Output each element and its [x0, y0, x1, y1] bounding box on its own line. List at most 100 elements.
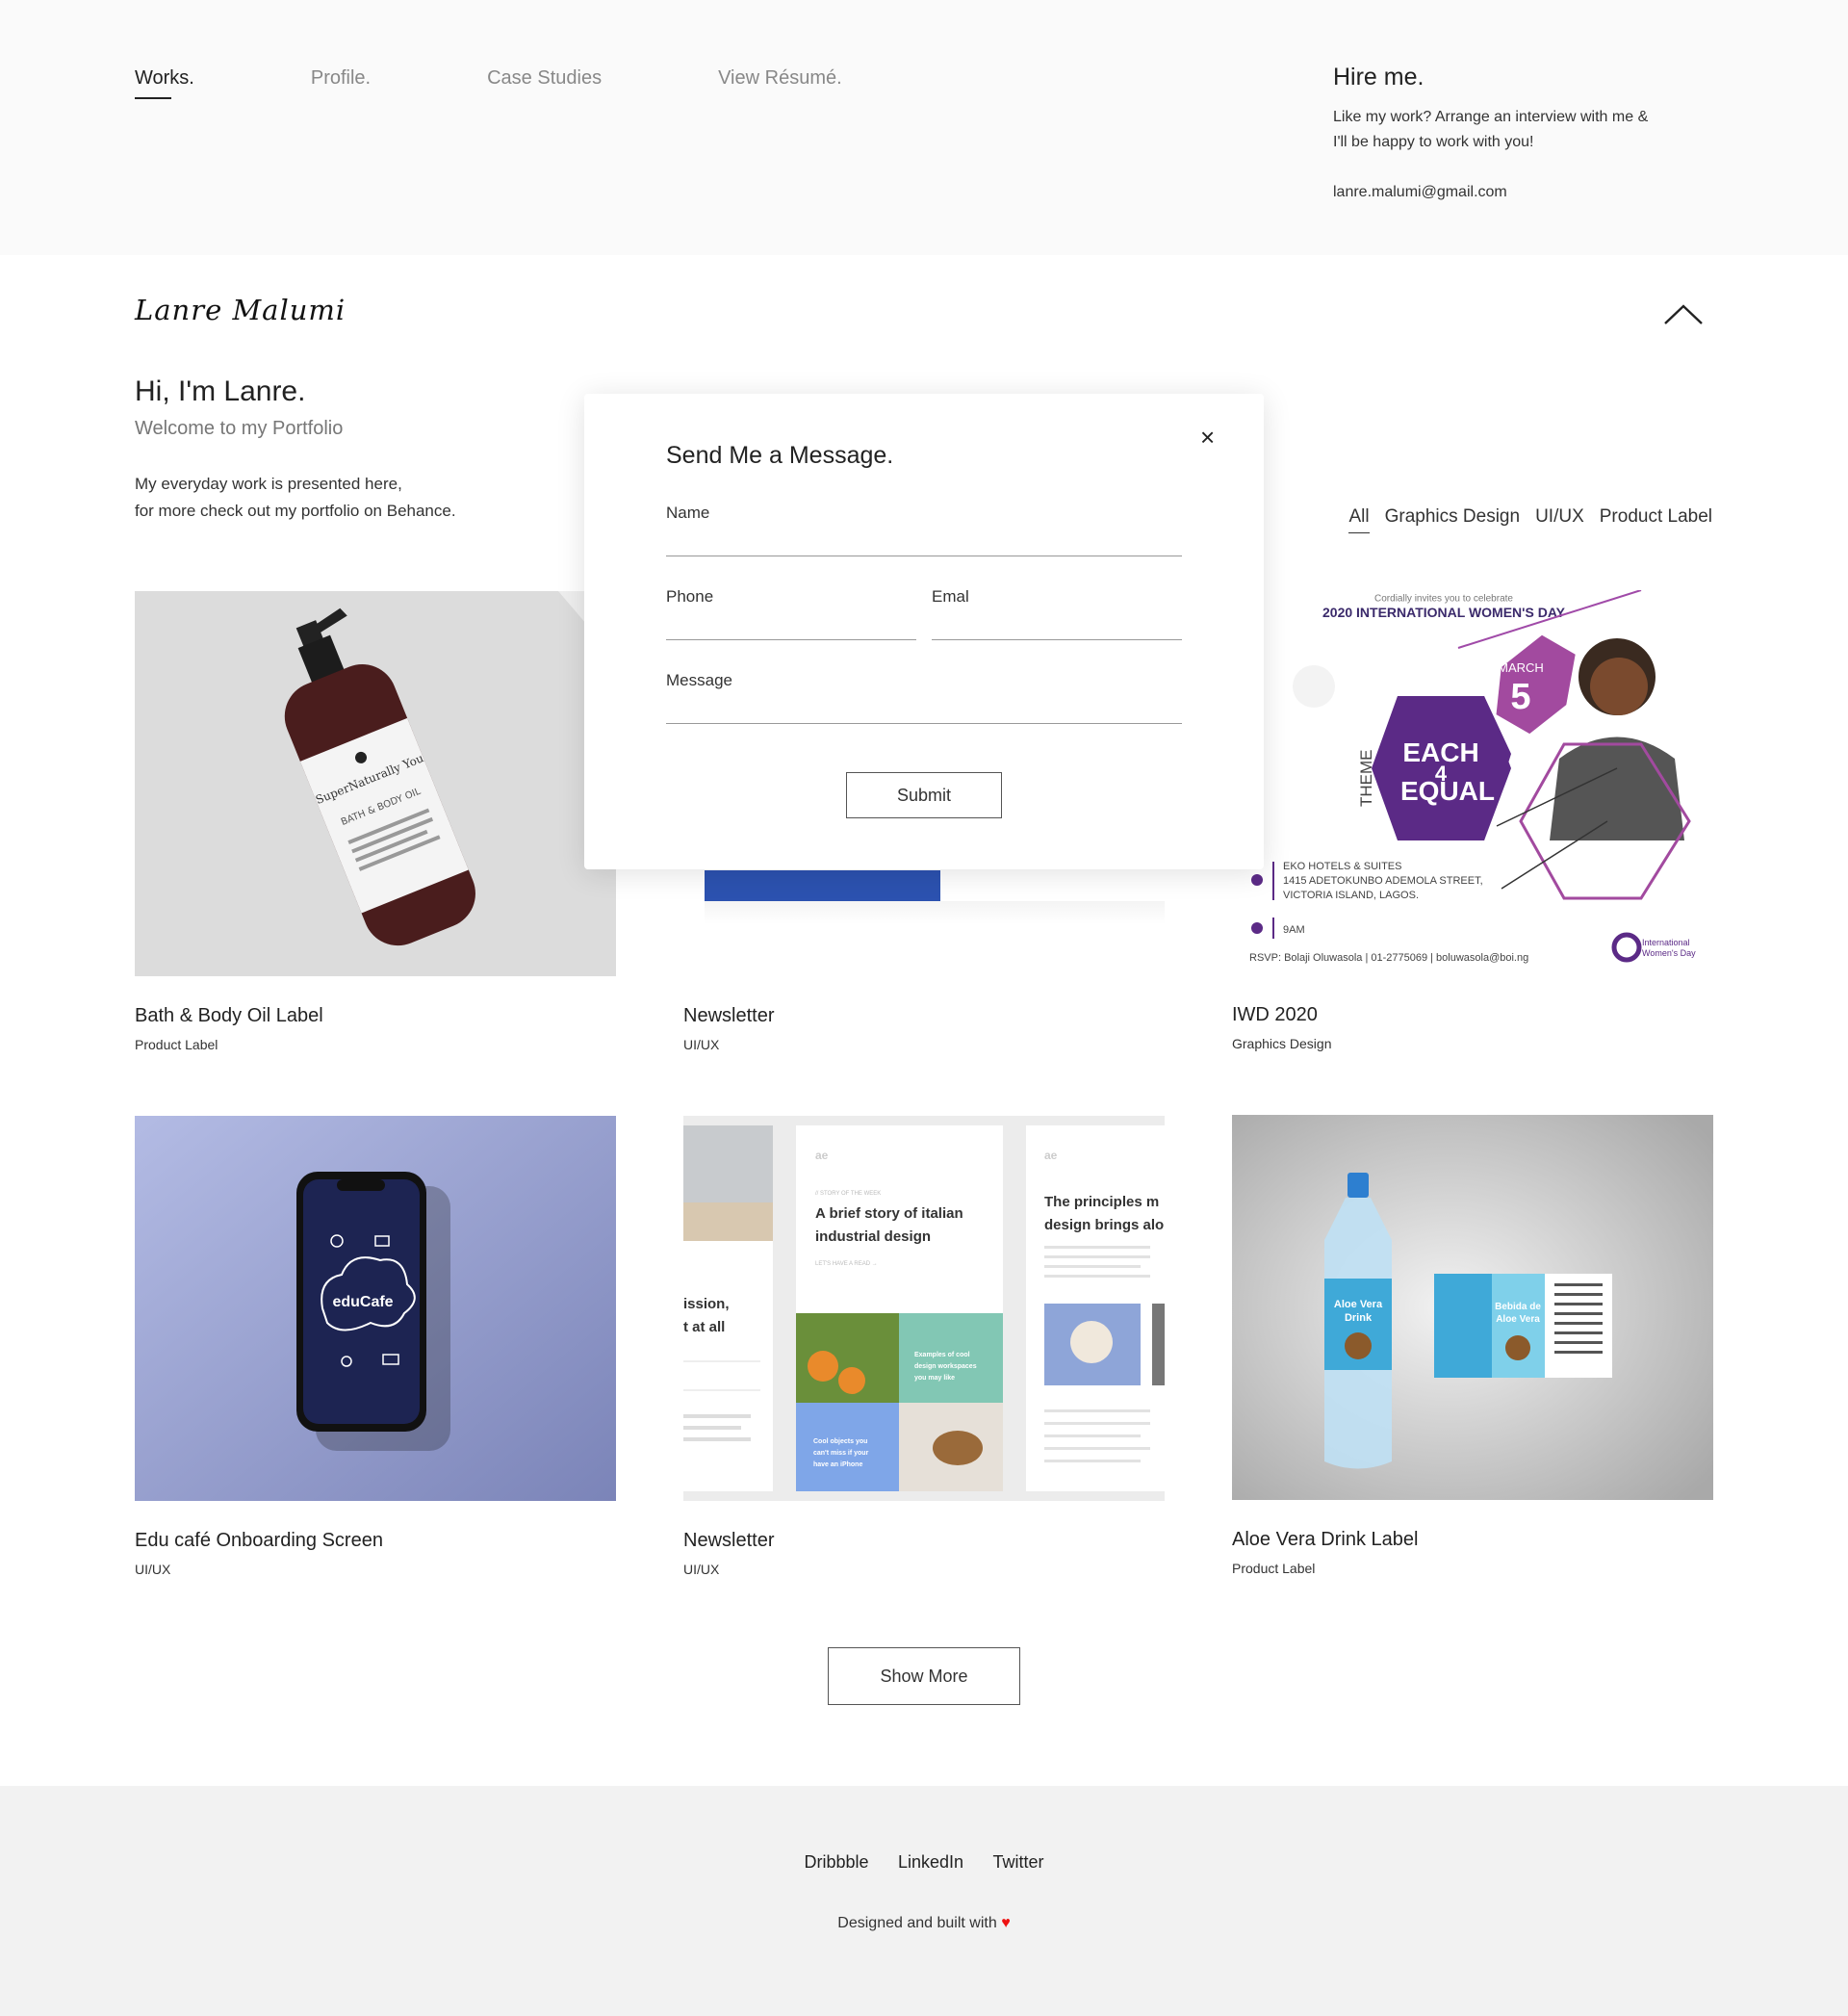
submit-button[interactable]: Submit — [846, 772, 1002, 818]
message-field[interactable]: Message — [666, 671, 1182, 724]
edu-cafe-illustration: eduCafe — [135, 1116, 616, 1501]
show-more-button[interactable]: Show More — [828, 1647, 1020, 1705]
footer-credit: Designed and built with ♥ — [0, 1915, 1848, 1932]
iwd-month: MARCH — [1498, 660, 1544, 675]
iwd-time: 9AM — [1283, 924, 1305, 936]
twitter-link[interactable]: Twitter — [993, 1852, 1044, 1872]
filter-product-label[interactable]: Product Label — [1600, 506, 1712, 533]
nav-case-studies[interactable]: Case Studies — [487, 67, 602, 99]
intro-section: Hi, I'm Lanre. Welcome to my Portfolio M… — [135, 375, 456, 525]
hire-text-line2: I'll be happy to work with you! — [1333, 134, 1534, 150]
contact-modal: Send Me a Message. × Name Phone Emal Mes… — [584, 394, 1264, 869]
project-card-bath-oil[interactable]: SuperNaturally You BATH & BODY OIL Bath … — [135, 591, 616, 1052]
newsletter-tile-text4: Cool objects you — [813, 1438, 867, 1445]
project-title: Newsletter — [683, 1530, 775, 1551]
close-icon[interactable]: × — [1200, 423, 1215, 452]
location-icon — [1251, 874, 1263, 886]
bath-oil-illustration: SuperNaturally You BATH & BODY OIL — [135, 591, 616, 976]
email-label: Emal — [932, 587, 969, 606]
iwd-day: 5 — [1510, 677, 1530, 717]
newsletter-kicker: // STORY OF THE WEEK — [815, 1191, 881, 1197]
project-title: Edu café Onboarding Screen — [135, 1530, 383, 1551]
newsletter-side-text2: t at all — [683, 1319, 725, 1335]
iwd-invite: Cordially invites you to celebrate — [1374, 593, 1513, 604]
bottle-label-text1: Aloe Vera — [1334, 1299, 1383, 1310]
flat-label-text1: Bebida de — [1495, 1302, 1541, 1312]
iwd-venue1: EKO HOTELS & SUITES — [1283, 861, 1401, 872]
social-links: Dribbble LinkedIn Twitter — [0, 1852, 1848, 1873]
hire-title: Hire me. — [1333, 64, 1424, 90]
newsletter-blue-bar — [705, 870, 940, 901]
project-card-edu-cafe[interactable]: eduCafe Edu café Onboarding Screen UI/UX — [135, 1116, 616, 1577]
chevron-up-icon[interactable] — [1663, 300, 1704, 327]
top-drawer: Works. Profile. Case Studies View Résumé… — [0, 0, 1848, 255]
iwd-rsvp: RSVP: Bolaji Oluwasola | 01-2775069 | bo… — [1249, 952, 1528, 964]
iwd-venue2: 1415 ADETOKUNBO ADEMOLA STREET, — [1283, 875, 1483, 887]
iwd-org2: Women's Day — [1642, 948, 1696, 958]
project-category: UI/UX — [683, 1562, 720, 1577]
modal-title: Send Me a Message. — [666, 442, 894, 469]
bottle-label-text2: Drink — [1345, 1312, 1373, 1324]
project-image-bath-oil[interactable]: SuperNaturally You BATH & BODY OIL — [135, 591, 616, 976]
linkedin-link[interactable]: LinkedIn — [898, 1852, 963, 1872]
project-title: Aloe Vera Drink Label — [1232, 1529, 1419, 1550]
newsletter-ae-logo-2: ae — [1044, 1149, 1058, 1162]
project-card-aloe-vera[interactable]: Aloe Vera Drink Bebida de Aloe Vera Aloe… — [1232, 1115, 1713, 1576]
iwd-venue3: VICTORIA ISLAND, LAGOS. — [1283, 890, 1419, 901]
email-field[interactable]: Emal — [932, 587, 1182, 640]
edu-app-name: eduCafe — [332, 1294, 393, 1310]
newsletter-tile-text3: you may like — [914, 1375, 955, 1382]
iwd-woman-dress — [1550, 737, 1684, 840]
intro-desc-line1: My everyday work is presented here, — [135, 475, 402, 493]
filter-ui-ux[interactable]: UI/UX — [1535, 506, 1584, 533]
nav-resume[interactable]: View Résumé. — [718, 67, 842, 99]
newsletter-tile-text6: have an iPhone — [813, 1461, 862, 1468]
newsletter-headline2: industrial design — [815, 1228, 931, 1245]
project-category: Graphics Design — [1232, 1036, 1332, 1051]
phone-field[interactable]: Phone — [666, 587, 916, 640]
project-category: Product Label — [1232, 1561, 1316, 1576]
newsletter-side-text1: ission, — [683, 1296, 730, 1312]
project-category: UI/UX — [683, 1037, 720, 1052]
hire-text-line1: Like my work? Arrange an interview with … — [1333, 109, 1649, 125]
iwd-heading: 2020 INTERNATIONAL WOMEN'S DAY — [1322, 605, 1566, 620]
project-card-iwd-2020[interactable]: Cordially invites you to celebrate 2020 … — [1232, 590, 1713, 1051]
iwd-woman-face — [1590, 658, 1648, 715]
flat-label-text2: Aloe Vera — [1496, 1314, 1540, 1325]
project-title: Bath & Body Oil Label — [135, 1005, 323, 1026]
iwd-theme: THEME — [1357, 750, 1375, 808]
clock-icon — [1251, 922, 1263, 934]
signature-logo[interactable]: Lanre Malumi — [135, 294, 346, 326]
footer: Dribbble LinkedIn Twitter Designed and b… — [0, 1786, 1848, 2016]
project-image-iwd-2020[interactable]: Cordially invites you to celebrate 2020 … — [1232, 590, 1713, 975]
newsletter-shadow — [705, 901, 1165, 924]
name-field[interactable]: Name — [666, 504, 1182, 556]
name-label: Name — [666, 504, 710, 522]
newsletter-right-head2: design brings alo — [1044, 1217, 1164, 1233]
phone-label: Phone — [666, 587, 714, 606]
nav-profile[interactable]: Profile. — [311, 67, 371, 99]
iwd-org1: International — [1642, 938, 1690, 947]
newsletter-2-illustration: ission, t at all ae // STORY OF THE WEEK… — [683, 1116, 1165, 1501]
project-image-edu-cafe[interactable]: eduCafe — [135, 1116, 616, 1501]
filter-graphics-design[interactable]: Graphics Design — [1385, 506, 1520, 533]
main-nav: Works. Profile. Case Studies View Résumé… — [135, 67, 959, 99]
hire-email[interactable]: lanre.malumi@gmail.com — [1333, 180, 1680, 205]
intro-subtitle: Welcome to my Portfolio — [135, 418, 344, 439]
message-label: Message — [666, 671, 732, 689]
intro-desc-line2: for more check out my portfolio on Behan… — [135, 502, 456, 520]
project-image-aloe-vera[interactable]: Aloe Vera Drink Bebida de Aloe Vera — [1232, 1115, 1713, 1500]
project-image-newsletter-2[interactable]: ission, t at all ae // STORY OF THE WEEK… — [683, 1116, 1165, 1501]
newsletter-tile-text2: design workspaces — [914, 1363, 977, 1370]
newsletter-ae-logo: ae — [815, 1149, 829, 1162]
filter-all[interactable]: All — [1348, 506, 1370, 533]
project-card-newsletter-2[interactable]: ission, t at all ae // STORY OF THE WEEK… — [683, 1116, 1165, 1577]
project-title: Newsletter — [683, 1005, 775, 1026]
dribbble-link[interactable]: Dribbble — [804, 1852, 868, 1872]
aloe-vera-illustration: Aloe Vera Drink Bebida de Aloe Vera — [1232, 1115, 1713, 1500]
iwd-equal: EQUAL — [1400, 776, 1495, 806]
project-category: UI/UX — [135, 1562, 171, 1577]
newsletter-headline1: A brief story of italian — [815, 1205, 963, 1222]
nav-works[interactable]: Works. — [135, 67, 194, 99]
project-category: Product Label — [135, 1037, 218, 1052]
